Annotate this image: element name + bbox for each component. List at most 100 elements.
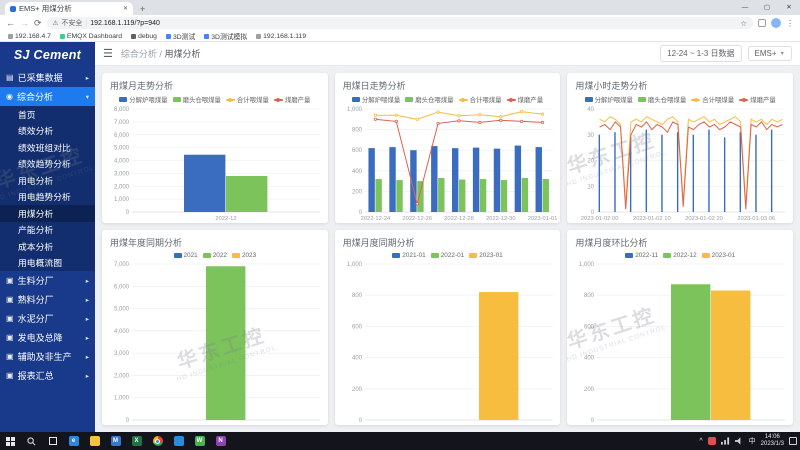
svg-text:1,000: 1,000	[347, 107, 363, 113]
mode-select[interactable]: EMS+ ▼	[748, 46, 792, 61]
legend-item[interactable]: 磨头仓喂煤量	[638, 95, 686, 104]
window-close-button[interactable]: ✕	[778, 0, 800, 15]
legend-item[interactable]: 分解炉喂煤量	[585, 95, 633, 104]
sidebar-subitem-7[interactable]: 产能分析	[0, 222, 95, 239]
back-icon[interactable]: ←	[6, 19, 15, 28]
taskbar-clock[interactable]: 14:062023/1/3	[761, 434, 784, 448]
legend-item[interactable]: 煤磨产量	[507, 95, 544, 104]
factory-icon: ▣	[6, 276, 14, 285]
chart-plot[interactable]: 0102030402023-01-02 002023-01-02 102023-…	[567, 104, 793, 223]
sidebar-group-3[interactable]: ▣发电及总降▸	[0, 328, 95, 347]
address-bar[interactable]: ⚠ 不安全 | 192.168.1.119/?p=940 ☆	[47, 17, 753, 29]
tray-expand-icon[interactable]: ^	[699, 438, 702, 445]
notepad-taskbar-button[interactable]: N	[210, 432, 231, 450]
chart-card-monthly-trend: 用煤月走势分析 分解炉喂煤量磨头仓喂煤量合计喂煤量煤磨产量 01,0002,00…	[102, 73, 328, 223]
bookmark-item-1[interactable]: EMQX Dashboard	[60, 33, 122, 40]
profile-avatar[interactable]	[771, 18, 781, 28]
sidebar-group-2[interactable]: ▣水泥分厂▸	[0, 309, 95, 328]
browser-tab[interactable]: EMS+ 用煤分析 ✕	[5, 2, 133, 15]
legend-item[interactable]: 2023	[232, 252, 256, 259]
notification-center-icon[interactable]	[789, 437, 797, 445]
svg-text:20: 20	[588, 159, 595, 165]
date-range-picker[interactable]: 12-24 ~ 1-3 日数据	[660, 45, 741, 62]
sidebar-subitem-5[interactable]: 用电趋势分析	[0, 189, 95, 206]
extensions-icon[interactable]	[758, 19, 766, 27]
legend-item[interactable]: 分解炉喂煤量	[352, 95, 400, 104]
browser-menu-icon[interactable]: ⋮	[786, 19, 794, 28]
chart-plot[interactable]: 01,0002,0003,0004,0005,0006,0007,0008,00…	[102, 104, 328, 223]
vscode-taskbar-button[interactable]	[168, 432, 189, 450]
start-button[interactable]	[0, 432, 21, 450]
svg-text:2023-01-01: 2023-01-01	[527, 216, 557, 222]
tab-close-icon[interactable]: ✕	[123, 5, 128, 12]
sidebar-subitem-3[interactable]: 绩效趋势分析	[0, 156, 95, 173]
svg-text:40: 40	[588, 107, 595, 113]
security-label[interactable]: 不安全	[61, 18, 82, 28]
svg-text:400: 400	[584, 356, 595, 362]
bookmark-item-3[interactable]: 3D测试	[166, 31, 195, 41]
refresh-icon[interactable]: ⟳	[34, 19, 42, 28]
chart-title: 用煤年度同期分析	[102, 230, 328, 250]
legend-item[interactable]: 2023-01	[469, 252, 502, 259]
task-view-button[interactable]	[42, 432, 63, 450]
legend-item[interactable]: 2022	[203, 252, 227, 259]
chart-plot[interactable]: 02004006008001,0002022-12-242022-12-2620…	[335, 104, 561, 223]
sidebar-item-comprehensive-analysis[interactable]: ◉ 综合分析 ▾	[0, 87, 95, 106]
bookmark-item-2[interactable]: debug	[131, 33, 157, 40]
legend-item[interactable]: 磨头仓喂煤量	[173, 95, 221, 104]
legend-item[interactable]: 2021	[174, 252, 198, 259]
app-window: SJ Cement ▤ 已采集数据 ▸ ◉ 综合分析 ▾ 首页绩效分析绩效班组对…	[0, 42, 800, 432]
sidebar-group-1[interactable]: ▣熟料分厂▸	[0, 290, 95, 309]
sidebar-subitem-2[interactable]: 绩效班组对比	[0, 139, 95, 156]
bookmark-item-4[interactable]: 3D测试模拟	[204, 31, 247, 41]
legend-item[interactable]: 2022-01	[431, 252, 464, 259]
chart-plot[interactable]: 02004006008001,000	[567, 259, 793, 425]
wechat-taskbar-button[interactable]: W	[189, 432, 210, 450]
volume-icon[interactable]	[735, 437, 744, 445]
mail-taskbar-button[interactable]: M	[105, 432, 126, 450]
file-explorer-taskbar-button[interactable]	[84, 432, 105, 450]
legend-item[interactable]: 2022-12	[663, 252, 696, 259]
tray-app-icon[interactable]	[708, 437, 716, 445]
network-icon[interactable]	[721, 437, 730, 445]
sidebar-subitem-0[interactable]: 首页	[0, 106, 95, 123]
legend-item[interactable]: 合计喂煤量	[226, 95, 269, 104]
search-button[interactable]	[21, 432, 42, 450]
sidebar-subitem-1[interactable]: 绩效分析	[0, 123, 95, 140]
sidebar-subitem-9[interactable]: 用电概流图	[0, 255, 95, 272]
forward-icon[interactable]: →	[20, 19, 29, 28]
legend-item[interactable]: 磨头仓喂煤量	[405, 95, 453, 104]
chrome-taskbar-button[interactable]	[147, 432, 168, 450]
sidebar-item-collected-data[interactable]: ▤ 已采集数据 ▸	[0, 68, 95, 87]
legend-item[interactable]: 煤磨产量	[274, 95, 311, 104]
legend-item[interactable]: 2022-11	[625, 252, 658, 259]
sidebar-group-0[interactable]: ▣生料分厂▸	[0, 271, 95, 290]
bar-swatch-icon	[352, 97, 360, 102]
legend-item[interactable]: 2023-01	[702, 252, 735, 259]
window-minimize-button[interactable]: —	[734, 0, 756, 15]
file-explorer-icon	[90, 436, 100, 446]
input-language-indicator[interactable]: 中	[749, 436, 756, 446]
sidebar-group-4[interactable]: ▣辅助及非生产▸	[0, 347, 95, 366]
legend-item[interactable]: 煤磨产量	[739, 95, 776, 104]
legend-item[interactable]: 2021-01	[392, 252, 425, 259]
new-tab-button[interactable]: +	[140, 4, 145, 14]
chart-plot[interactable]: 01,0002,0003,0004,0005,0006,0007,000	[102, 259, 328, 425]
svg-text:0: 0	[358, 418, 362, 424]
sidebar-subitem-6[interactable]: 用煤分析	[0, 205, 95, 222]
legend-item[interactable]: 合计喂煤量	[459, 95, 502, 104]
sidebar-subitem-4[interactable]: 用电分析	[0, 172, 95, 189]
bookmark-item-0[interactable]: 192.168.4.7	[8, 33, 51, 40]
legend-item[interactable]: 合计喂煤量	[691, 95, 734, 104]
chart-legend: 2022-11 2022-12 2023-01	[567, 250, 793, 259]
window-maximize-button[interactable]: ▢	[756, 0, 778, 15]
sidebar-group-5[interactable]: ▣报表汇总▸	[0, 366, 95, 385]
chart-plot[interactable]: 02004006008001,000	[335, 259, 561, 425]
legend-item[interactable]: 分解炉喂煤量	[119, 95, 167, 104]
sidebar-subitem-8[interactable]: 成本分析	[0, 238, 95, 255]
bookmark-item-5[interactable]: 192.168.1.119	[256, 33, 306, 40]
excel-taskbar-button[interactable]: X	[126, 432, 147, 450]
bookmark-star-icon[interactable]: ☆	[740, 19, 747, 28]
edge-taskbar-button[interactable]: e	[63, 432, 84, 450]
hamburger-icon[interactable]: ☰	[103, 47, 113, 60]
